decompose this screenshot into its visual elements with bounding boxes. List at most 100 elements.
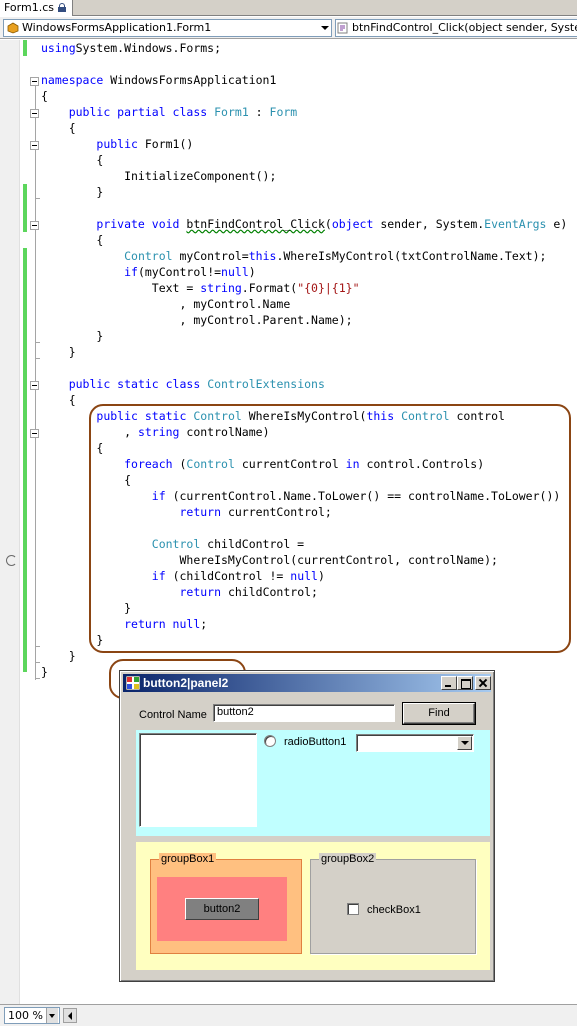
combo-box[interactable]	[356, 734, 474, 752]
code-line: InitializeComponent();	[41, 168, 276, 184]
code-token: }	[41, 345, 76, 359]
group-box-1-title: groupBox1	[159, 853, 217, 865]
group-box-1: groupBox1 button2	[150, 853, 302, 954]
checkbox[interactable]	[347, 903, 359, 915]
code-token: System.Windows.Forms;	[75, 41, 222, 55]
annotation-box	[89, 404, 571, 653]
document-tab[interactable]: Form1.cs	[0, 0, 73, 16]
navigation-bar: WindowsFormsApplication1.Form1 btnFindCo…	[0, 17, 577, 39]
code-line: private void btnFindControl_Click(object…	[41, 216, 567, 232]
form-titlebar[interactable]: button2|panel2	[123, 674, 491, 692]
inner-panel: button2	[157, 877, 287, 941]
close-button[interactable]	[475, 676, 491, 690]
code-line: Text = string.Format("{0}|{1}"	[41, 280, 360, 296]
collapse-icon[interactable]	[30, 77, 39, 86]
code-line: public partial class Form1 : Form	[41, 104, 298, 120]
refresh-icon	[6, 555, 17, 566]
code-token: {	[41, 153, 104, 167]
outline-end	[35, 662, 40, 663]
code-line: , myControl.Parent.Name);	[41, 312, 353, 328]
collapse-icon[interactable]	[30, 109, 39, 118]
radio-button[interactable]	[264, 735, 276, 747]
list-box[interactable]	[139, 733, 257, 827]
change-marker	[23, 248, 27, 672]
maximize-button[interactable]	[457, 676, 473, 690]
form-window: button2|panel2 Control Name button2 Find…	[119, 670, 495, 982]
class-dropdown[interactable]: WindowsFormsApplication1.Form1	[3, 19, 332, 37]
code-token: myControl=	[172, 249, 249, 263]
code-line: }	[41, 328, 103, 344]
code-line: usingSystem.Windows.Forms;	[41, 40, 221, 56]
code-token: {	[41, 121, 76, 135]
code-token: null	[221, 265, 249, 279]
find-button[interactable]: Find	[402, 702, 476, 725]
outline-end	[35, 342, 40, 343]
code-token: .WhereIsMyControl(txtControlName.Text);	[276, 249, 547, 263]
code-token: WindowsFormsApplication1	[103, 73, 277, 87]
code-line: public Form1()	[41, 136, 193, 152]
code-token: public partial class	[68, 105, 208, 119]
group-box-2: groupBox2 checkBox1	[310, 853, 476, 954]
code-token: btnFindControl_Click	[186, 217, 325, 231]
panel1: radioButton1	[136, 730, 490, 836]
code-token: , myControl.Parent.Name);	[41, 313, 353, 327]
method-icon	[337, 22, 348, 34]
ide-window: Form1.cs WindowsFormsApplication1.Form1 …	[0, 0, 577, 1026]
collapse-icon[interactable]	[30, 221, 39, 230]
code-line: {	[41, 120, 76, 136]
code-token: namespace	[41, 73, 104, 87]
scroll-left-button[interactable]	[63, 1008, 77, 1023]
panel2: groupBox1 button2 groupBox2 checkBox1	[136, 842, 490, 970]
code-token: {	[41, 393, 76, 407]
code-line: {	[41, 392, 76, 408]
code-token: (	[324, 217, 332, 231]
code-token: sender, System.	[373, 217, 485, 231]
code-line: }	[41, 344, 76, 360]
chevron-down-icon	[321, 26, 329, 30]
outline-end	[35, 678, 40, 679]
code-token: Text =	[41, 281, 201, 295]
control-name-label: Control Name	[139, 709, 207, 721]
button2[interactable]: button2	[185, 898, 259, 920]
code-line: public static class ControlExtensions	[41, 376, 325, 392]
radio-label: radioButton1	[284, 736, 347, 748]
minimize-button[interactable]	[441, 676, 457, 690]
zoom-dropdown[interactable]: 100 %	[4, 1007, 60, 1024]
code-token: }	[41, 185, 104, 199]
outline-end	[35, 646, 40, 647]
code-token: public static class	[68, 377, 201, 391]
code-token: {	[41, 233, 104, 247]
code-token: public	[96, 137, 138, 151]
code-token: )	[248, 265, 256, 279]
control-name-input[interactable]: button2	[213, 704, 395, 722]
member-dropdown[interactable]: btnFindControl_Click(object sender, Syst…	[335, 19, 577, 37]
code-token: Control	[124, 249, 173, 263]
code-line: {	[41, 232, 103, 248]
code-token: EventArgs	[484, 217, 547, 231]
chevron-down-icon[interactable]	[46, 1008, 58, 1023]
form-icon	[126, 676, 140, 690]
code-token: ControlExtensions	[207, 377, 325, 391]
document-tabstrip: Form1.cs	[0, 0, 577, 16]
code-token: }	[41, 329, 104, 343]
outline-end	[35, 198, 40, 199]
collapse-icon[interactable]	[30, 381, 39, 390]
chevron-down-icon[interactable]	[457, 736, 472, 750]
code-line: if(myControl!=null)	[41, 264, 256, 280]
collapse-icon[interactable]	[30, 141, 39, 150]
code-token: , myControl.Name	[41, 297, 291, 311]
form-title: button2|panel2	[143, 676, 229, 690]
code-token: Form1()	[137, 137, 194, 151]
code-token: if	[124, 265, 138, 279]
editor-statusbar: 100 %	[0, 1004, 577, 1026]
change-marker	[23, 184, 27, 232]
outline-end	[35, 358, 40, 359]
collapse-icon[interactable]	[30, 429, 39, 438]
code-line: namespace WindowsFormsApplication1	[41, 72, 276, 88]
code-token: .Format(	[241, 281, 298, 295]
